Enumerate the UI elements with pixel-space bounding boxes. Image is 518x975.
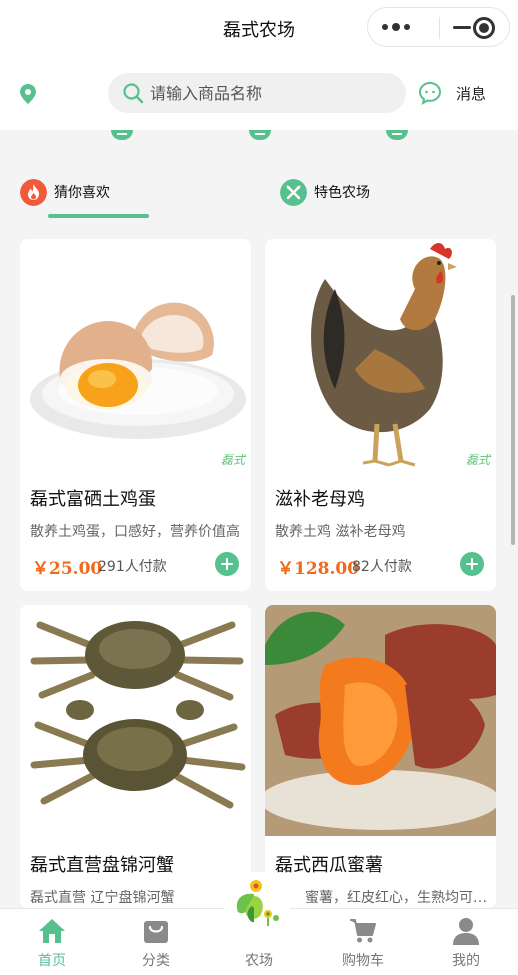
search-box[interactable] — [108, 73, 406, 113]
tab-category[interactable]: 分类 — [104, 909, 208, 975]
brand-watermark: 磊式 — [465, 453, 490, 467]
product-price: ￥128.00 — [277, 559, 360, 579]
product-description: 蜜薯，红皮红心，生熟均可食用 — [305, 890, 489, 906]
cart-icon — [350, 919, 376, 943]
capsule-divider — [439, 17, 440, 39]
navigation-bar: 磊式农场 — [0, 0, 518, 58]
tab-label: 首页 — [38, 953, 66, 969]
search-input[interactable] — [150, 73, 390, 113]
brand-watermark: 磊式 — [220, 453, 245, 467]
bag-icon — [144, 921, 168, 943]
tab-guess-you-like[interactable]: 猜你喜欢 — [20, 177, 110, 207]
search-icon — [123, 83, 144, 104]
more-icon[interactable] — [382, 21, 416, 33]
message-icon[interactable] — [418, 81, 442, 105]
tab-label: 我的 — [452, 953, 480, 969]
product-name: 磊式富硒土鸡蛋 — [30, 489, 156, 510]
search-row: 消息 — [0, 58, 518, 130]
crab-image — [20, 605, 251, 836]
tab-label: 猜你喜欢 — [54, 185, 110, 201]
product-card[interactable]: 磊式直营盘锦河蟹 磊式直营 辽宁盘锦河蟹 — [20, 605, 251, 908]
product-image[interactable] — [20, 605, 251, 836]
message-label[interactable]: 消息 — [456, 83, 486, 104]
product-name: 磊式直营盘锦河蟹 — [30, 855, 174, 876]
product-image[interactable]: 磊式 — [20, 239, 251, 470]
egg-image — [20, 239, 251, 470]
product-image[interactable] — [265, 605, 496, 836]
product-image[interactable]: 磊式 — [265, 239, 496, 470]
farm-center-button[interactable] — [224, 872, 290, 938]
person-icon — [453, 918, 479, 945]
farm-sprout-icon — [236, 880, 279, 926]
tab-home[interactable]: 首页 — [0, 909, 104, 975]
product-description: 磊式直营 辽宁盘锦河蟹 — [30, 890, 175, 906]
product-card[interactable]: 磊式西瓜蜜薯 蜜薯，红皮红心，生熟均可食用 — [265, 605, 496, 908]
scrollbar[interactable] — [511, 295, 515, 545]
category-icon-partial[interactable] — [386, 130, 408, 140]
home-icon — [39, 919, 65, 943]
sales-count: 82人付款 — [352, 559, 412, 575]
sales-count: 291人付款 — [98, 559, 167, 575]
category-icon-partial[interactable] — [111, 130, 133, 140]
product-card[interactable]: 磊式 磊式富硒土鸡蛋 散养土鸡蛋，口感好，营养价值高 ￥25.00 291人付款 — [20, 239, 251, 591]
add-to-cart-button[interactable] — [215, 552, 239, 576]
category-icon-partial[interactable] — [249, 130, 271, 140]
sweet-potato-image — [265, 605, 496, 836]
active-tab-indicator — [48, 214, 149, 218]
tab-cart[interactable]: 购物车 — [311, 909, 415, 975]
product-name: 滋补老母鸡 — [275, 489, 365, 510]
minimize-icon[interactable] — [453, 26, 471, 29]
tab-label: 农场 — [245, 953, 273, 969]
product-card[interactable]: 磊式 滋补老母鸡 散养土鸡 滋补老母鸡 ￥128.00 82人付款 — [265, 239, 496, 591]
product-description: 散养土鸡 滋补老母鸡 — [275, 524, 406, 540]
tab-label: 购物车 — [342, 953, 384, 969]
farm-fork-icon — [280, 178, 307, 206]
product-price: ￥25.00 — [32, 559, 103, 579]
tab-label: 分类 — [142, 953, 170, 969]
product-description: 散养土鸡蛋，口感好，营养价值高 — [30, 524, 240, 540]
miniprogram-capsule — [367, 7, 510, 47]
tab-label: 特色农场 — [314, 185, 370, 201]
close-miniprogram-icon[interactable] — [473, 17, 495, 39]
hen-image — [265, 239, 496, 470]
add-to-cart-button[interactable] — [460, 552, 484, 576]
tab-mine[interactable]: 我的 — [414, 909, 518, 975]
tab-featured-farm[interactable]: 特色农场 — [280, 177, 370, 207]
location-icon[interactable] — [18, 83, 38, 105]
product-name: 磊式西瓜蜜薯 — [275, 855, 383, 876]
flame-icon — [20, 178, 47, 206]
